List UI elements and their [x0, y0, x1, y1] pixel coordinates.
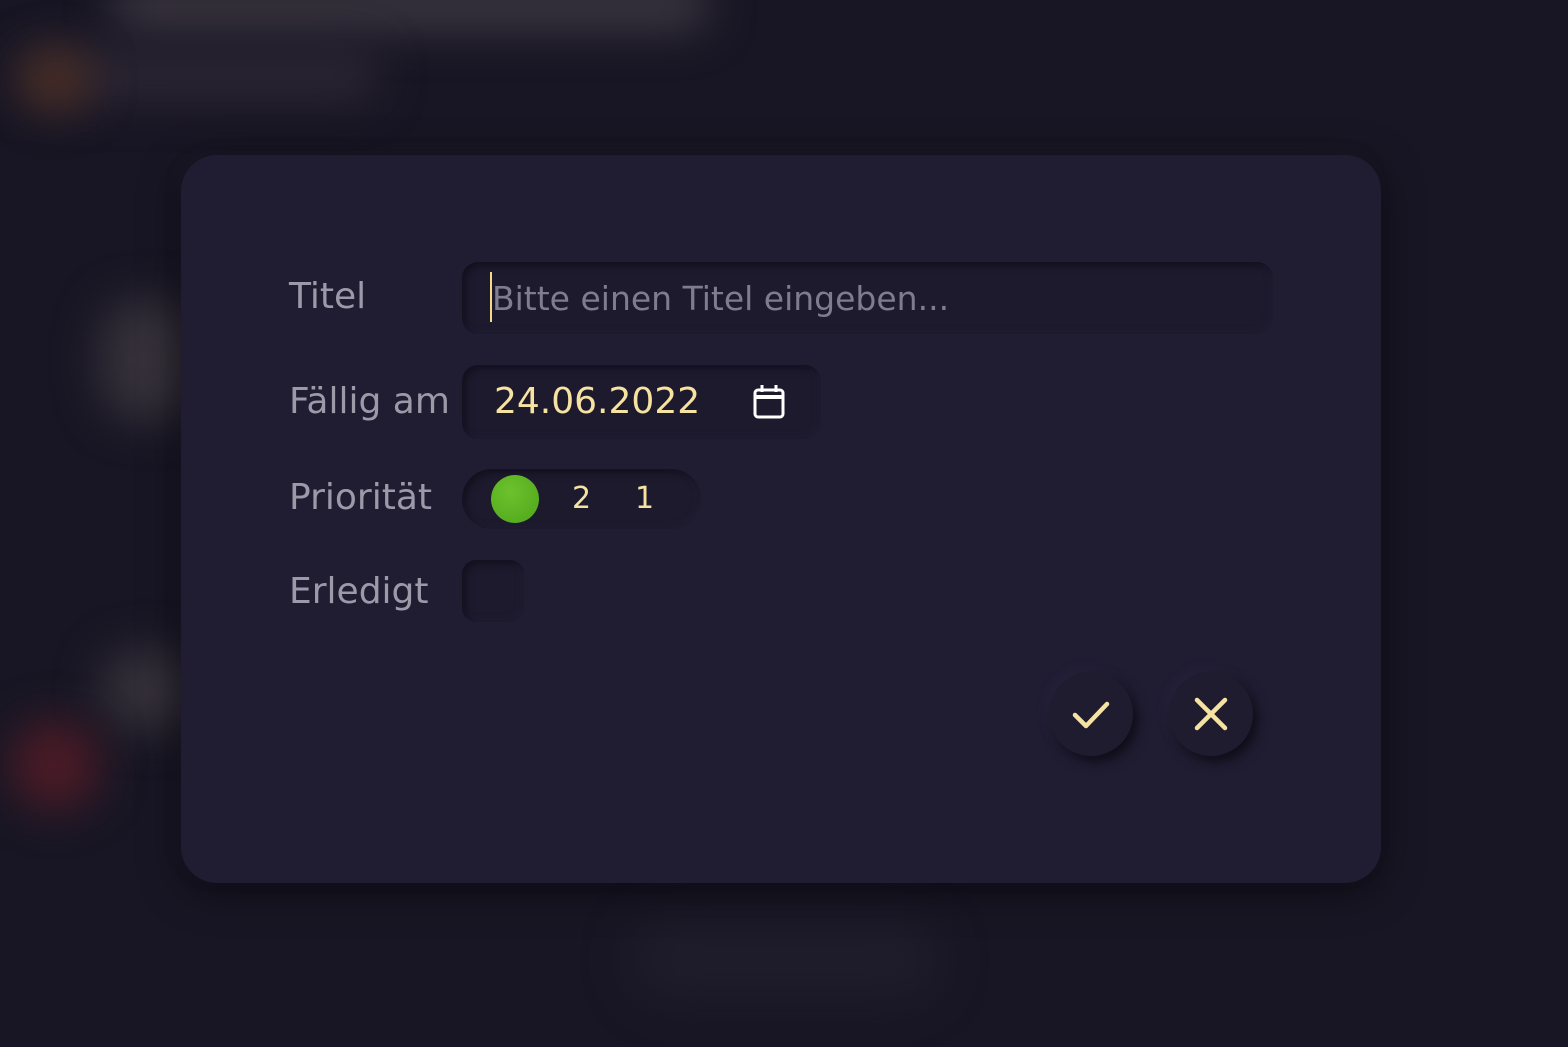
due-date-input[interactable]: 24.06.2022 [462, 365, 821, 439]
priority-option-3-selected[interactable] [491, 475, 539, 523]
close-icon [1194, 697, 1228, 731]
background-blur [20, 50, 90, 110]
due-date-value: 24.06.2022 [494, 381, 701, 422]
calendar-icon[interactable] [752, 384, 786, 420]
priority-option-1[interactable]: 1 [635, 475, 654, 523]
cancel-button[interactable] [1169, 672, 1253, 756]
done-checkbox[interactable] [462, 560, 524, 622]
background-blur [110, 0, 710, 30]
edit-task-dialog: Titel Fällig am 24.06.2022 Priorität 2 1… [181, 155, 1381, 883]
priority-label: Priorität [289, 477, 432, 518]
title-input[interactable] [462, 262, 1273, 334]
done-label: Erledigt [289, 571, 429, 612]
title-label: Titel [289, 276, 367, 317]
background-blur [630, 920, 940, 1000]
background-blur [10, 720, 100, 810]
check-icon [1072, 701, 1110, 729]
confirm-button[interactable] [1049, 672, 1133, 756]
text-caret [490, 272, 492, 322]
priority-selector: 2 1 [462, 469, 701, 529]
priority-option-2[interactable]: 2 [572, 475, 591, 523]
due-date-label: Fällig am [289, 381, 450, 422]
